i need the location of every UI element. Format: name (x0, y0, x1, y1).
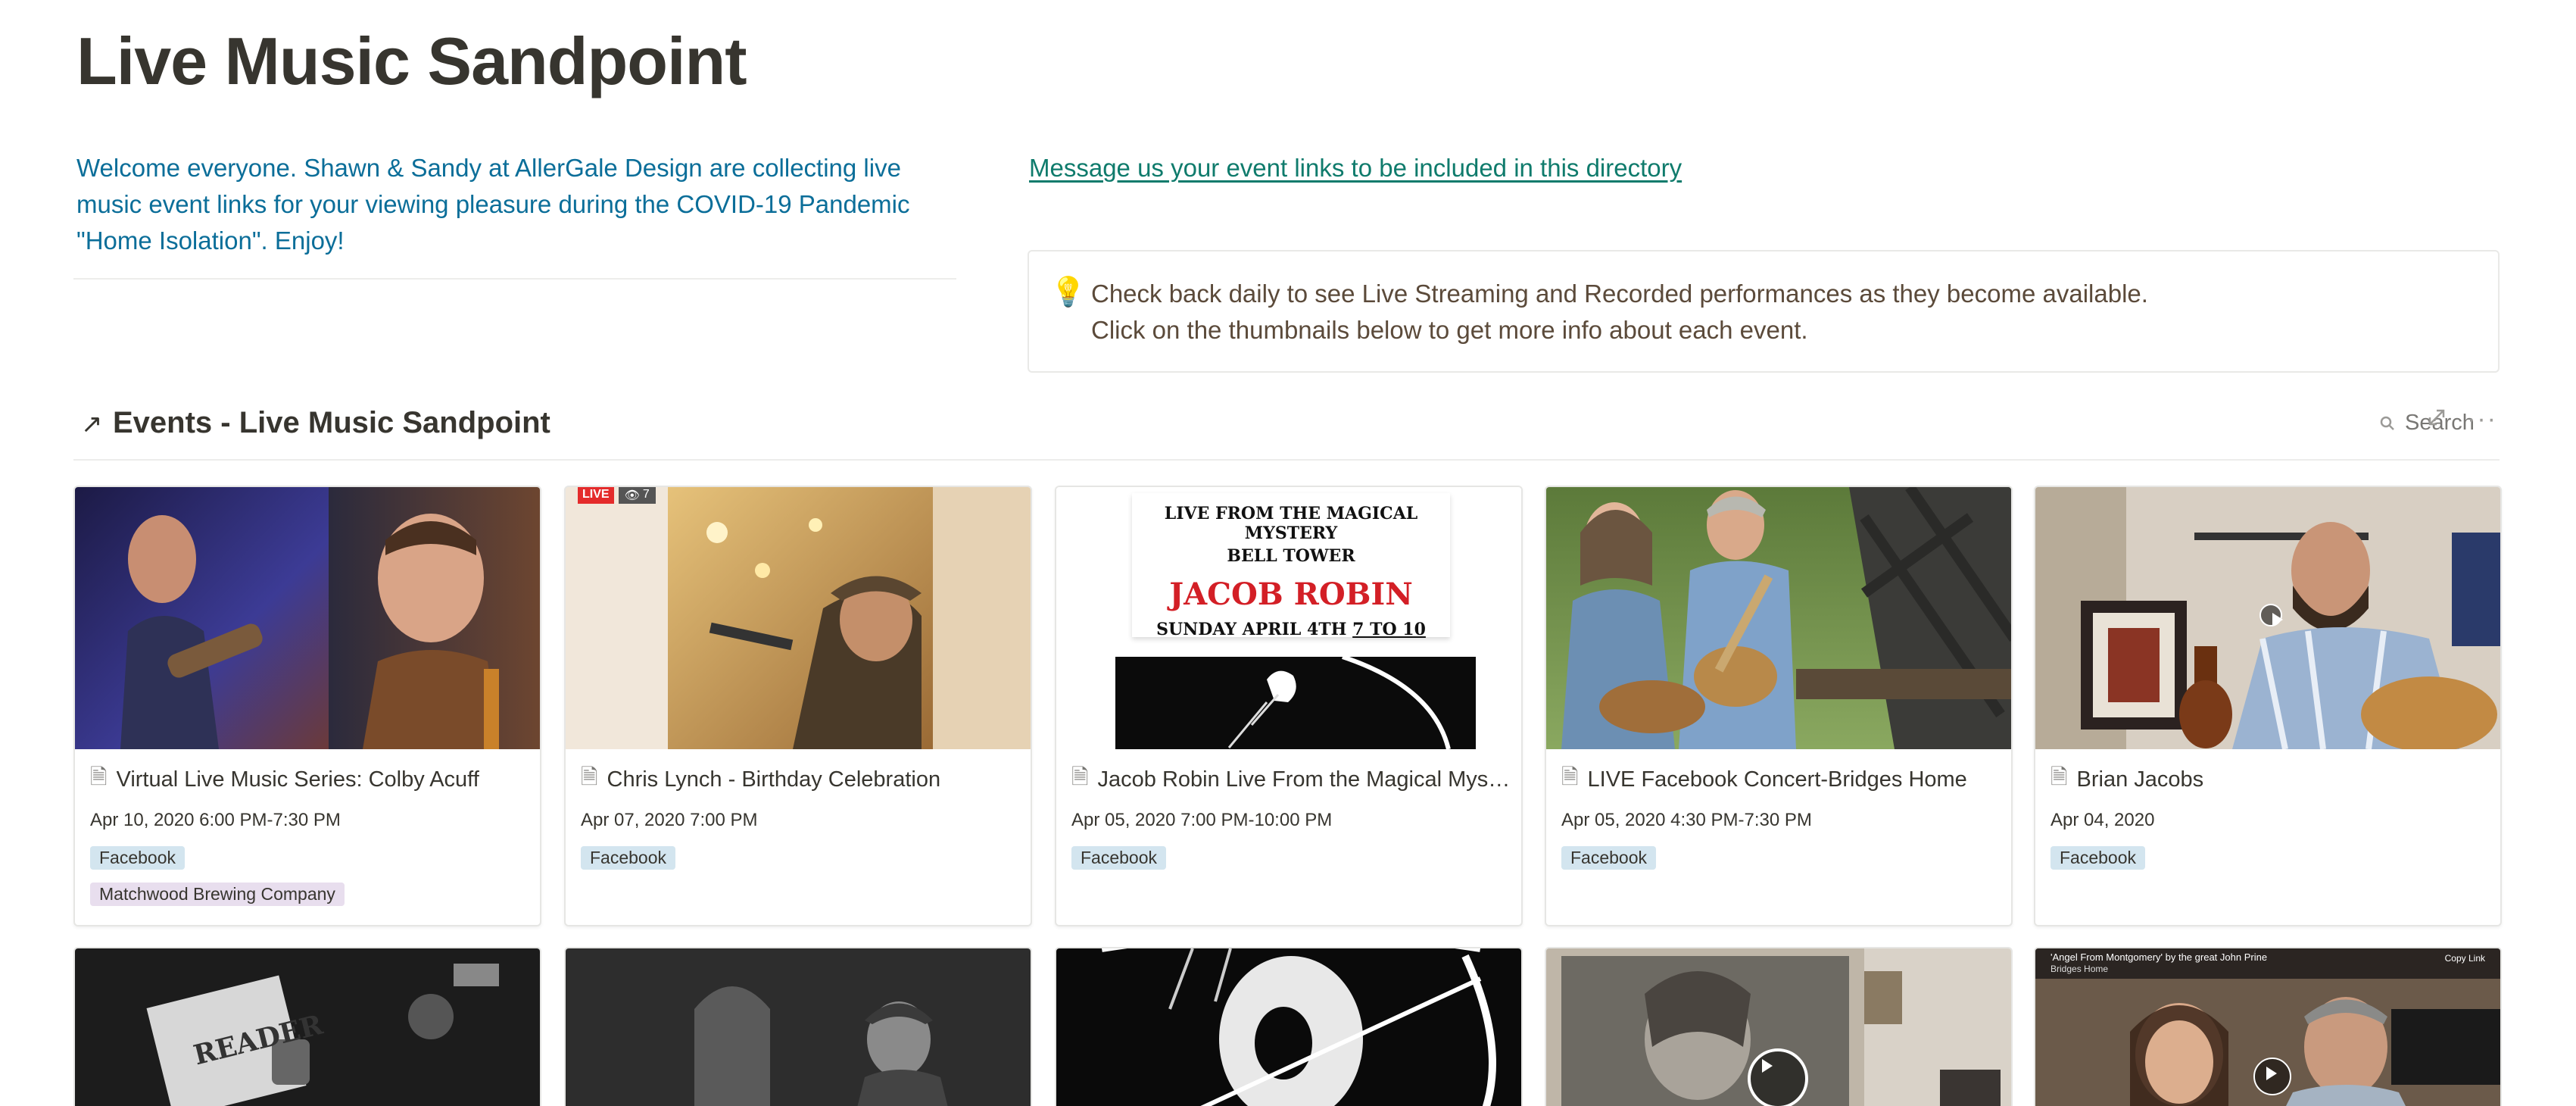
play-icon[interactable] (2253, 1058, 2291, 1095)
callout-line-1: Check back daily to see Live Streaming a… (1091, 280, 2148, 308)
event-date: Apr 04, 2020 (2051, 810, 2155, 830)
tag-venue: Matchwood Brewing Company (90, 883, 345, 906)
event-card[interactable]: 🗎 Virtual Live Music Series: Colby Acuff… (73, 486, 541, 926)
page-icon: 🗎 (1071, 765, 1089, 789)
event-card[interactable]: 🗎 Brian Jacobs Apr 04, 2020 Facebook (2034, 486, 2502, 926)
poster-date: SUNDAY APRIL 4TH 7 TO 10 (1132, 620, 1450, 639)
callout-line-2: Click on the thumbnails below to get mor… (1091, 316, 1808, 344)
event-card[interactable]: 'Angel From Montgomery' by the great Joh… (2034, 947, 2502, 1106)
event-title-text: Jacob Robin Live From the Magical Myster… (1097, 767, 1511, 792)
live-badge: LIVE (578, 487, 614, 504)
event-card[interactable]: READER (73, 947, 541, 1106)
event-thumbnail: LIVE FROM THE MAGICAL MYSTERY BELL TOWER… (1056, 487, 1521, 749)
event-title[interactable]: 🗎 Virtual Live Music Series: Colby Acuff (90, 761, 529, 798)
divider (73, 278, 956, 280)
page-icon: 🗎 (1561, 765, 1579, 789)
poster-time: 7 TO 10 (1352, 620, 1426, 639)
message-us-link[interactable]: Message us your event links to be includ… (1029, 154, 1682, 183)
event-thumbnail (75, 487, 540, 749)
event-date: Apr 05, 2020 7:00 PM-10:00 PM (1071, 810, 1333, 830)
poster-date-text: SUNDAY APRIL 4TH (1156, 620, 1347, 639)
event-date: Apr 07, 2020 7:00 PM (581, 810, 758, 830)
event-thumbnail (1546, 487, 2011, 749)
event-thumbnail (1056, 948, 1521, 1106)
page-title: Live Music Sandpoint (76, 23, 747, 98)
event-thumbnail: LIVE 👁 7 (566, 487, 1031, 749)
event-poster: LIVE FROM THE MAGICAL MYSTERY BELL TOWER… (1132, 493, 1450, 639)
viewers-badge: 👁 7 (618, 487, 656, 504)
eye-icon: 👁 (624, 489, 640, 502)
event-title[interactable]: 🗎 Jacob Robin Live From the Magical Myst… (1071, 761, 1511, 798)
play-icon[interactable] (2259, 604, 2283, 626)
play-icon[interactable] (1748, 1048, 1808, 1106)
poster-name: JACOB ROBIN (1169, 576, 1413, 612)
page-icon: 🗎 (2051, 765, 2068, 789)
bird-artwork (1115, 657, 1476, 749)
lightbulb-icon: 💡 (1050, 276, 1087, 308)
database-title[interactable]: Events - Live Music Sandpoint (113, 406, 550, 440)
page-icon: 🗎 (90, 765, 108, 789)
poster-line-2: BELL TOWER (1227, 546, 1355, 566)
page-icon: 🗎 (581, 765, 598, 789)
event-title-text: Virtual Live Music Series: Colby Acuff (116, 767, 479, 792)
tag-facebook: Facebook (1561, 846, 1657, 870)
live-badges: LIVE 👁 7 (578, 487, 656, 504)
event-card[interactable] (1545, 947, 2013, 1106)
event-title[interactable]: 🗎 Brian Jacobs (2051, 761, 2490, 798)
callout-text: Check back daily to see Live Streaming a… (1091, 276, 2148, 371)
event-card[interactable] (1055, 947, 1523, 1106)
event-title-text: LIVE Facebook Concert-Bridges Home (1587, 767, 1967, 792)
tag-facebook: Facebook (90, 846, 186, 870)
event-card[interactable] (564, 947, 1032, 1106)
video-subcaption: Bridges Home (2051, 964, 2109, 974)
event-thumbnail (2035, 487, 2500, 749)
event-card[interactable]: LIVE 👁 7 🗎 Chris Lynch - Birthday Celebr… (564, 486, 1032, 926)
event-thumbnail (566, 948, 1031, 1106)
tag-facebook: Facebook (581, 846, 676, 870)
event-card[interactable]: 🗎 LIVE Facebook Concert-Bridges Home Apr… (1545, 486, 2013, 926)
open-database-arrow-icon[interactable]: ↗ (81, 409, 103, 439)
event-card[interactable]: LIVE FROM THE MAGICAL MYSTERY BELL TOWER… (1055, 486, 1523, 926)
more-options-icon[interactable]: ··· (2467, 405, 2497, 434)
event-title[interactable]: 🗎 Chris Lynch - Birthday Celebration (581, 761, 1020, 798)
event-title-text: Brian Jacobs (2076, 767, 2204, 792)
event-date: Apr 05, 2020 4:30 PM-7:30 PM (1561, 810, 1812, 830)
welcome-text: Welcome everyone. Shawn & Sandy at Aller… (76, 154, 910, 255)
database-header: ↗ Events - Live Music Sandpoint Search ·… (73, 400, 2500, 461)
tag-facebook: Facebook (2051, 846, 2146, 870)
expand-icon[interactable] (2427, 408, 2447, 427)
event-date: Apr 10, 2020 6:00 PM-7:30 PM (90, 810, 341, 830)
video-caption: 'Angel From Montgomery' by the great Joh… (2051, 951, 2268, 963)
callout: 💡 Check back daily to see Live Streaming… (1028, 250, 2500, 373)
event-title[interactable]: 🗎 LIVE Facebook Concert-Bridges Home (1561, 761, 2001, 798)
search-icon (2380, 416, 2394, 430)
event-title-text: Chris Lynch - Birthday Celebration (607, 767, 941, 792)
poster-line-1: LIVE FROM THE MAGICAL MYSTERY (1164, 504, 1418, 543)
tag-facebook: Facebook (1071, 846, 1167, 870)
copy-link-button[interactable]: Copy Link (2445, 953, 2485, 964)
viewer-count: 7 (642, 488, 650, 501)
